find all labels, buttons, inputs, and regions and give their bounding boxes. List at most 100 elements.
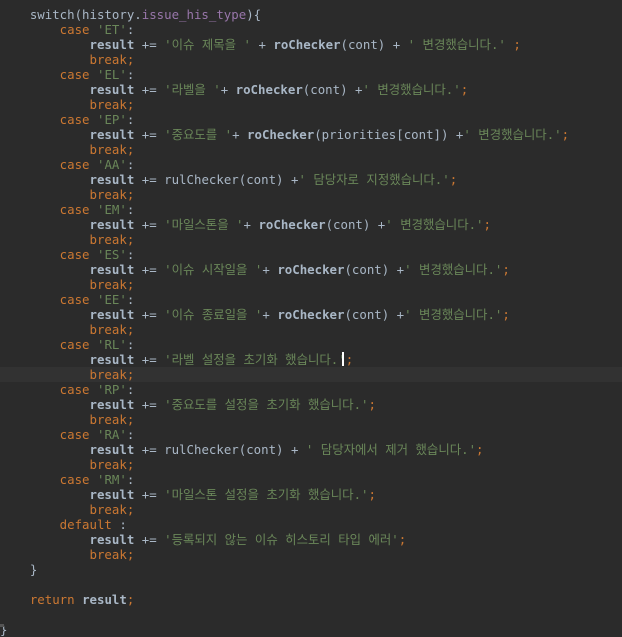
code-token: ){	[246, 7, 262, 22]
code-token: +=	[141, 37, 165, 52]
code-token: 'EP'	[96, 112, 127, 127]
code-token: ' 담당자로 지정했습니다.'	[298, 172, 450, 187]
code-token: 'ES'	[96, 247, 127, 262]
code-line[interactable]: result += rulChecker(cont) + ' 담당자에서 제거 …	[0, 442, 622, 457]
code-line[interactable]: break;	[0, 457, 622, 472]
code-line[interactable]	[0, 577, 622, 592]
code-line[interactable]: result += '중요도를 설정을 초기화 했습니다.';	[0, 397, 622, 412]
code-token: result	[0, 262, 142, 277]
code-token: :	[126, 427, 135, 442]
code-line[interactable]: case 'EP':	[0, 112, 622, 127]
code-token: ;	[126, 592, 135, 607]
code-token: '이슈 종료일을 '	[164, 307, 263, 322]
code-token: roChecker	[247, 127, 315, 142]
code-line[interactable]: case 'EL':	[0, 67, 622, 82]
code-line[interactable]: case 'RP':	[0, 382, 622, 397]
code-line[interactable]: case 'EE':	[0, 292, 622, 307]
code-line[interactable]: }	[0, 622, 622, 637]
code-token: :	[126, 22, 135, 37]
code-line[interactable]: }	[0, 562, 622, 577]
code-line[interactable]: case 'EM':	[0, 202, 622, 217]
code-token: rulChecker	[164, 172, 239, 187]
code-line[interactable]	[0, 607, 622, 622]
code-token: ;	[502, 262, 510, 277]
code-token: 'AA'	[96, 157, 127, 172]
code-line[interactable]: result += '마일스톤 설정을 초기화 했습니다.';	[0, 487, 622, 502]
code-token: +	[262, 307, 278, 322]
code-token: +=	[141, 127, 165, 142]
code-line[interactable]: break;	[0, 502, 622, 517]
code-token: roChecker	[258, 217, 326, 232]
code-line[interactable]: result += '마일스톤을 '+ roChecker(cont) +' 변…	[0, 217, 622, 232]
code-token: +=	[141, 442, 165, 457]
code-token: ;	[126, 502, 135, 517]
code-line[interactable]: result += '이슈 종료일을 '+ roChecker(cont) +'…	[0, 307, 622, 322]
code-token: result	[82, 592, 127, 607]
code-token: case	[0, 67, 97, 82]
code-token: :	[126, 112, 135, 127]
code-editor[interactable]: switch(history.issue_his_type){ case 'ET…	[0, 0, 622, 637]
code-line[interactable]: result += '라벨을 '+ roChecker(cont) +' 변경했…	[0, 82, 622, 97]
code-line[interactable]: result += '이슈 제목을 ' + roChecker(cont) + …	[0, 37, 622, 52]
code-token: :	[119, 517, 127, 532]
code-token: break	[0, 367, 127, 382]
code-line[interactable]: result += '이슈 시작일을 '+ roChecker(cont) +'…	[0, 262, 622, 277]
code-token: break	[0, 412, 127, 427]
code-token: case	[0, 337, 97, 352]
code-line[interactable]: result += '라벨 설정을 초기화 했습니다.';	[0, 352, 622, 367]
code-line[interactable]: default :	[0, 517, 622, 532]
code-line[interactable]: break;	[0, 142, 622, 157]
code-token: case	[0, 427, 97, 442]
code-token: case	[0, 382, 97, 397]
code-token: ' 변경했습니다.'	[385, 217, 484, 232]
code-token: +=	[141, 217, 165, 232]
code-token: (cont) +	[344, 307, 405, 322]
code-line[interactable]: break;	[0, 187, 622, 202]
code-token: break	[0, 502, 127, 517]
code-line[interactable]: case 'AA':	[0, 157, 622, 172]
code-token: :	[126, 67, 135, 82]
code-token: result	[0, 172, 142, 187]
code-token: (cont) +	[325, 217, 386, 232]
code-token: ;	[126, 457, 135, 472]
code-token: issue_his_type	[141, 7, 247, 22]
code-line[interactable]: break;	[0, 52, 622, 67]
code-token: (cont) +	[302, 82, 363, 97]
code-token: +	[232, 127, 248, 142]
code-token: +=	[141, 397, 165, 412]
code-token: ;	[483, 217, 491, 232]
code-line[interactable]: break;	[0, 322, 622, 337]
code-token: +=	[141, 532, 165, 547]
code-line[interactable]: switch(history.issue_his_type){	[0, 7, 622, 22]
code-line[interactable]: return result;	[0, 592, 622, 607]
code-token: ' 변경했습니다.'	[404, 307, 503, 322]
code-line[interactable]: result += rulChecker(cont) +' 담당자로 지정했습니…	[0, 172, 622, 187]
code-line[interactable]: break;	[0, 232, 622, 247]
code-line[interactable]: result += '중요도를 '+ roChecker(priorities[…	[0, 127, 622, 142]
code-line[interactable]: case 'RL':	[0, 337, 622, 352]
code-line[interactable]: break;	[0, 547, 622, 562]
code-token: ;	[126, 142, 135, 157]
code-token: ;	[460, 82, 469, 97]
code-token: :	[126, 202, 135, 217]
code-line[interactable]: break;	[0, 367, 622, 382]
code-token: return	[0, 592, 83, 607]
code-line[interactable]: case 'ET':	[0, 22, 622, 37]
code-token: result	[0, 127, 142, 142]
code-token: '이슈 시작일을 '	[164, 262, 263, 277]
code-token: result	[0, 397, 142, 412]
code-line[interactable]: case 'RA':	[0, 427, 622, 442]
code-line[interactable]: break;	[0, 412, 622, 427]
code-line[interactable]: break;	[0, 97, 622, 112]
code-line[interactable]: break;	[0, 277, 622, 292]
code-line[interactable]: result += '등록되지 않는 이슈 히스토리 타입 에러';	[0, 532, 622, 547]
code-token: ;	[126, 277, 135, 292]
code-line[interactable]: case 'ES':	[0, 247, 622, 262]
code-line[interactable]: case 'RM':	[0, 472, 622, 487]
code-token: ;	[126, 547, 135, 562]
code-token: +	[258, 37, 274, 52]
code-token: ' 변경했습니다.'	[362, 82, 461, 97]
code-token: case	[0, 472, 97, 487]
code-token: ;	[126, 322, 135, 337]
code-token: 'EE'	[96, 292, 127, 307]
